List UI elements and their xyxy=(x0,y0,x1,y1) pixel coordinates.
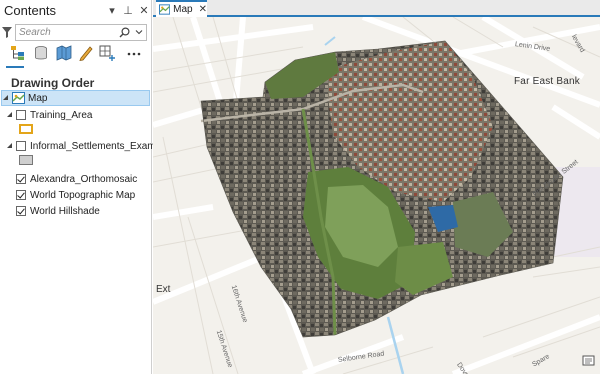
tree-item-training-area[interactable]: Training_Area xyxy=(6,107,92,123)
layer-visibility-checkbox[interactable] xyxy=(16,110,26,120)
tree-item-map[interactable]: Map xyxy=(1,90,150,106)
map-canvas[interactable]: Far East Bank Ext Lenin Drive Phil Zinzh… xyxy=(153,17,600,374)
layer-visibility-checkbox[interactable] xyxy=(16,190,26,200)
list-by-snapping-button[interactable] xyxy=(98,43,118,63)
close-tab-button[interactable]: ✕ xyxy=(199,4,207,15)
collapse-icon[interactable] xyxy=(2,94,10,102)
map-view: Map ✕ Far East Bank Ext Lenin Drive Phil… xyxy=(153,0,600,374)
list-by-editing-icon xyxy=(79,46,93,61)
search-icon[interactable] xyxy=(119,27,130,38)
tree-item-world-topographic-map[interactable]: World Topographic Map xyxy=(16,187,135,203)
tab-label: Map xyxy=(173,4,193,15)
layer-visibility-checkbox[interactable] xyxy=(16,206,26,216)
tree-item-alexandra-orthomosaic[interactable]: Alexandra_Orthomosaic xyxy=(16,171,137,187)
pane-header-controls: ▾ ⊥ ✕ xyxy=(107,4,149,17)
list-by-drawing-order-button[interactable] xyxy=(8,43,28,63)
chevron-down-icon[interactable] xyxy=(135,28,143,36)
place-label-far-east-bank: Far East Bank xyxy=(514,76,580,87)
tree-item-informal-settlements[interactable]: Informal_Settlements_Examples xyxy=(6,138,174,154)
tree-item-label: World Topographic Map xyxy=(30,189,136,201)
informal-settlements-symbol[interactable] xyxy=(19,155,33,165)
list-by-selection-button[interactable] xyxy=(54,43,74,63)
list-by-source-button[interactable] xyxy=(31,43,51,63)
tab-map[interactable]: Map ✕ xyxy=(156,0,207,17)
basemap xyxy=(153,17,600,374)
pane-options-button[interactable]: ▾ xyxy=(107,4,117,17)
list-by-source-icon xyxy=(35,46,47,60)
tree-item-label: Alexandra_Orthomosaic xyxy=(30,173,138,185)
pin-button[interactable]: ⊥ xyxy=(123,4,133,17)
tree-item-label: Training_Area xyxy=(30,109,93,121)
contents-header: Contents ▾ ⊥ ✕ xyxy=(0,0,152,22)
tree-item-label: World Hillshade xyxy=(30,205,100,217)
list-by-selection-icon xyxy=(56,45,72,61)
map-icon xyxy=(159,4,171,15)
search-input[interactable] xyxy=(19,26,114,39)
list-by-snapping-icon xyxy=(99,45,115,61)
tree-item-label: Map xyxy=(28,92,48,104)
collapse-icon[interactable] xyxy=(6,142,14,150)
filter-icon[interactable] xyxy=(2,27,12,38)
tree-item-world-hillshade[interactable]: World Hillshade xyxy=(16,203,100,219)
layer-visibility-checkbox[interactable] xyxy=(16,174,26,184)
contents-toolbar xyxy=(4,43,150,67)
more-options-icon xyxy=(127,52,141,56)
layer-visibility-checkbox[interactable] xyxy=(16,141,26,151)
search-box xyxy=(15,24,147,41)
drawing-order-heading: Drawing Order xyxy=(11,76,95,90)
list-by-editing-button[interactable] xyxy=(76,43,96,63)
attribution-icon[interactable] xyxy=(582,354,595,367)
close-pane-button[interactable]: ✕ xyxy=(139,4,149,17)
collapse-icon[interactable] xyxy=(6,111,14,119)
more-options-button[interactable] xyxy=(124,43,144,63)
map-icon xyxy=(12,92,25,104)
training-area-symbol[interactable] xyxy=(19,124,33,134)
view-tab-strip: Map ✕ xyxy=(153,0,600,17)
place-label-ext: Ext xyxy=(156,284,171,295)
list-by-drawing-order-icon xyxy=(11,46,24,60)
pane-title: Contents xyxy=(4,3,57,18)
contents-pane: Contents ▾ ⊥ ✕ Search Drawing Order Map … xyxy=(0,0,174,374)
active-view-indicator xyxy=(6,66,24,68)
